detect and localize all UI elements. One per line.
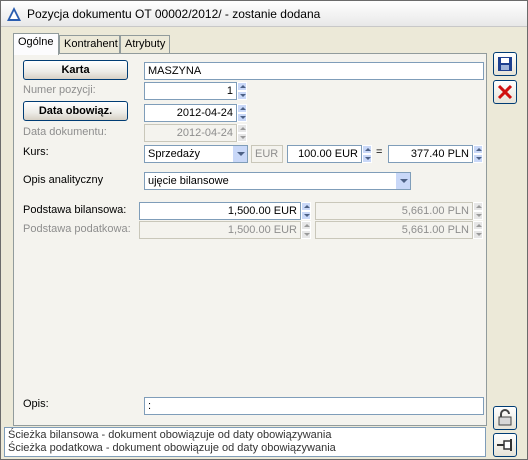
data-dokumentu-field: 2012-04-24: [144, 124, 237, 142]
lock-button[interactable]: [493, 406, 517, 430]
podstawa-bilansowa-eur-spinner[interactable]: [301, 202, 311, 220]
podstawa-podatkowa-label: Podstawa podatkowa:: [23, 223, 131, 235]
title-bar: Pozycja dokumentu OT 00002/2012/ - zosta…: [1, 1, 527, 27]
podstawa-podatkowa-eur-spinner: [301, 221, 311, 239]
chevron-down-icon[interactable]: [395, 173, 410, 189]
delete-button[interactable]: [493, 80, 517, 104]
pin-icon: [497, 439, 512, 451]
status-line-bilansowa: Ścieżka bilansowa - dokument obowiązuje …: [8, 429, 332, 441]
chevron-down-icon[interactable]: [232, 146, 247, 162]
data-obowiazywania-button[interactable]: Data obowiąz.: [23, 101, 128, 121]
kurs-type-select[interactable]: Sprzedaży: [144, 145, 248, 163]
opis-field[interactable]: :: [144, 397, 484, 415]
general-tab-panel: Karta MASZYNA Numer pozycji: 1 Data obow…: [13, 53, 487, 426]
window-title: Pozycja dokumentu OT 00002/2012/ - zosta…: [27, 7, 321, 21]
numer-pozycji-field[interactable]: 1: [144, 82, 237, 100]
numer-pozycji-label: Numer pozycji:: [23, 84, 96, 96]
karta-field[interactable]: MASZYNA: [144, 62, 484, 80]
kurs-type-value: Sprzedaży: [148, 148, 200, 160]
data-obowiazywania-spinner[interactable]: [237, 104, 247, 122]
status-line-podatkowa: Ścieżka podatkowa - dokument obowiązuje …: [8, 442, 336, 454]
dialog-window: Pozycja dokumentu OT 00002/2012/ - zosta…: [0, 0, 528, 460]
podstawa-podatkowa-pln-spinner: [473, 221, 483, 239]
podstawa-bilansowa-pln-spinner: [473, 202, 483, 220]
podstawa-bilansowa-label: Podstawa bilansowa:: [23, 204, 127, 216]
pin-button[interactable]: [493, 433, 517, 457]
kurs-result-field[interactable]: 377.40 PLN: [388, 145, 473, 163]
opis-analityczny-label: Opis analityczny: [23, 174, 104, 186]
tab-atrybuty[interactable]: Atrybuty: [120, 35, 170, 54]
opis-analityczny-value: ujęcie bilansowe: [148, 175, 229, 187]
delete-x-icon: [497, 84, 513, 100]
data-obowiazywania-field[interactable]: 2012-04-24: [144, 104, 237, 122]
data-dokumentu-spinner: [237, 124, 247, 142]
app-triangle-icon: [7, 7, 21, 21]
lock-icon: [498, 409, 512, 426]
karta-button[interactable]: Karta: [23, 60, 128, 80]
tab-ogolne[interactable]: Ogólne: [13, 33, 59, 55]
kurs-amount-field[interactable]: 100.00 EUR: [287, 145, 362, 163]
tab-atrybuty-label: Atrybuty: [125, 38, 166, 50]
opis-label: Opis:: [23, 398, 49, 410]
podstawa-bilansowa-pln-field: 5,661.00 PLN: [315, 202, 473, 220]
kurs-label: Kurs:: [23, 146, 49, 158]
data-dokumentu-label: Data dokumentu:: [23, 126, 107, 138]
podstawa-podatkowa-eur-field: 1,500.00 EUR: [139, 221, 301, 239]
podstawa-bilansowa-eur-field[interactable]: 1,500.00 EUR: [139, 202, 301, 220]
opis-analityczny-select[interactable]: ujęcie bilansowe: [144, 172, 411, 190]
numer-pozycji-spinner[interactable]: [237, 82, 247, 100]
path-info-box: Ścieżka bilansowa - dokument obowiązuje …: [4, 427, 486, 457]
tab-ogolne-label: Ogólne: [18, 36, 54, 48]
kurs-amount-spinner[interactable]: [362, 145, 372, 163]
kurs-result-spinner[interactable]: [473, 145, 483, 163]
tab-kontrahent[interactable]: Kontrahent: [59, 35, 120, 54]
podstawa-podatkowa-pln-field: 5,661.00 PLN: [315, 221, 473, 239]
kurs-currency-field: EUR: [251, 145, 283, 163]
kurs-equals-sign: =: [376, 146, 383, 158]
save-button[interactable]: [493, 52, 517, 76]
save-icon: [498, 57, 512, 71]
tab-kontrahent-label: Kontrahent: [64, 38, 118, 50]
